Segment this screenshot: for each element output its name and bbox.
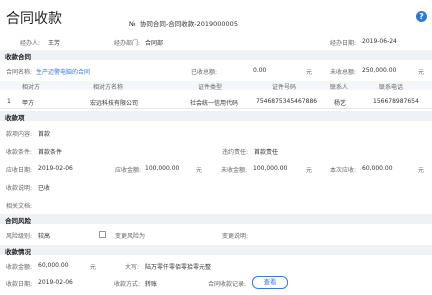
breach-value: 首款责任 xyxy=(254,149,279,156)
this-unit: 元 xyxy=(418,167,425,174)
note-value: 已收 xyxy=(38,185,51,192)
received-value: 0.00 xyxy=(253,67,267,74)
row-name: 宏远科技有限公司 xyxy=(90,100,139,107)
amount-unit: 元 xyxy=(90,264,97,271)
risk-level-label: 风险级别: xyxy=(6,233,33,240)
row-index: 1 xyxy=(7,98,11,105)
change-risk-checkbox[interactable] xyxy=(99,231,106,238)
doc-no-label: № xyxy=(129,20,136,28)
row-party: 甲方 xyxy=(22,100,35,107)
date-label: 经办日期: xyxy=(330,40,357,47)
remaining-unit: 元 xyxy=(306,167,313,174)
section-contract: 收款合同 xyxy=(0,50,432,61)
contract-name-label: 合同名称: xyxy=(6,69,33,76)
change-note-label: 变更说明: xyxy=(222,233,249,240)
col-id-no: 证件号码 xyxy=(272,84,297,91)
content-value: 首款 xyxy=(38,131,51,138)
this-value: 60,000.00 xyxy=(362,165,393,172)
col-phone: 联系电话 xyxy=(379,84,404,91)
contract-name-link[interactable]: 生产迈警电脑的合同 xyxy=(36,67,90,76)
col-name: 相对方名称 xyxy=(93,84,124,91)
date-value: 2019-06-24 xyxy=(362,38,397,45)
doc-no-value: 协同合同-合同收款-2019000005 xyxy=(139,20,238,28)
section-risk-title: 合同风险 xyxy=(5,217,31,225)
handler-value: 王芳 xyxy=(48,40,61,47)
dept-value: 合同部 xyxy=(145,40,164,47)
section-receipt: 收款项 xyxy=(0,111,432,122)
collection-date-value: 2019-02-06 xyxy=(38,279,73,286)
due-date-value: 2019-02-06 xyxy=(38,165,73,172)
view-records-button[interactable]: 查看 xyxy=(252,276,288,289)
row-id-type: 社会统一信用代码 xyxy=(190,100,239,107)
dept-label: 经办部门: xyxy=(114,40,141,47)
due-date-label: 应收日期: xyxy=(6,167,33,174)
breach-label: 违约责任: xyxy=(222,149,249,156)
total-value: 100,000.00 xyxy=(145,165,180,172)
col-contact: 联系人 xyxy=(330,84,349,91)
section-contract-title: 收款合同 xyxy=(5,53,31,61)
page-title: 合同收款 xyxy=(6,11,62,27)
remaining-value: 100,000.00 xyxy=(253,165,288,172)
row-id-no: 7546875345467886 xyxy=(256,98,318,105)
content-label: 款项内容: xyxy=(6,131,33,138)
note-label: 收款说明: xyxy=(6,185,33,192)
method-label: 收款方式: xyxy=(114,281,141,288)
upper-label: 大写: xyxy=(125,264,140,271)
condition-value: 首款条件 xyxy=(38,149,63,156)
this-label: 本次应收: xyxy=(330,167,357,174)
row-phone: 156678987654 xyxy=(373,98,419,105)
col-id-type: 证件类型 xyxy=(198,84,223,91)
help-icon[interactable]: ? xyxy=(416,11,427,22)
handler-label: 经办人: xyxy=(20,40,41,47)
section-collection-title: 收款情况 xyxy=(5,248,31,256)
collection-date-label: 收款日期: xyxy=(6,281,33,288)
upper-value: 陆万零仟零佰零拾零元整 xyxy=(145,264,212,271)
remaining-label: 未收金额: xyxy=(221,167,248,174)
pending-unit: 元 xyxy=(418,69,425,76)
received-label: 已收总额: xyxy=(191,69,218,76)
col-party: 相对方 xyxy=(22,84,41,91)
row-contact: 杨艺 xyxy=(334,100,347,107)
total-unit: 元 xyxy=(196,167,203,174)
risk-level-value: 较高 xyxy=(38,233,51,240)
method-value: 转账 xyxy=(145,281,158,288)
condition-label: 收款条件: xyxy=(6,149,33,156)
document-number: № 协同合同-合同收款-2019000005 xyxy=(129,18,238,28)
change-risk-label: 变更风险为 xyxy=(115,233,146,240)
received-unit: 元 xyxy=(306,69,313,76)
section-collection: 收款情况 xyxy=(0,245,432,256)
section-risk: 合同风险 xyxy=(0,214,432,225)
divider xyxy=(0,108,432,109)
record-label: 合同收款记录: xyxy=(208,281,247,288)
amount-value: 60,000.00 xyxy=(38,262,69,269)
total-label: 应收金额: xyxy=(115,167,142,174)
section-receipt-title: 收款项 xyxy=(5,114,25,122)
docs-label: 相关文档: xyxy=(6,203,33,210)
pending-label: 未收总额: xyxy=(330,69,357,76)
pending-value: 250,000.00 xyxy=(362,67,397,74)
amount-label: 收款金额: xyxy=(6,264,33,271)
